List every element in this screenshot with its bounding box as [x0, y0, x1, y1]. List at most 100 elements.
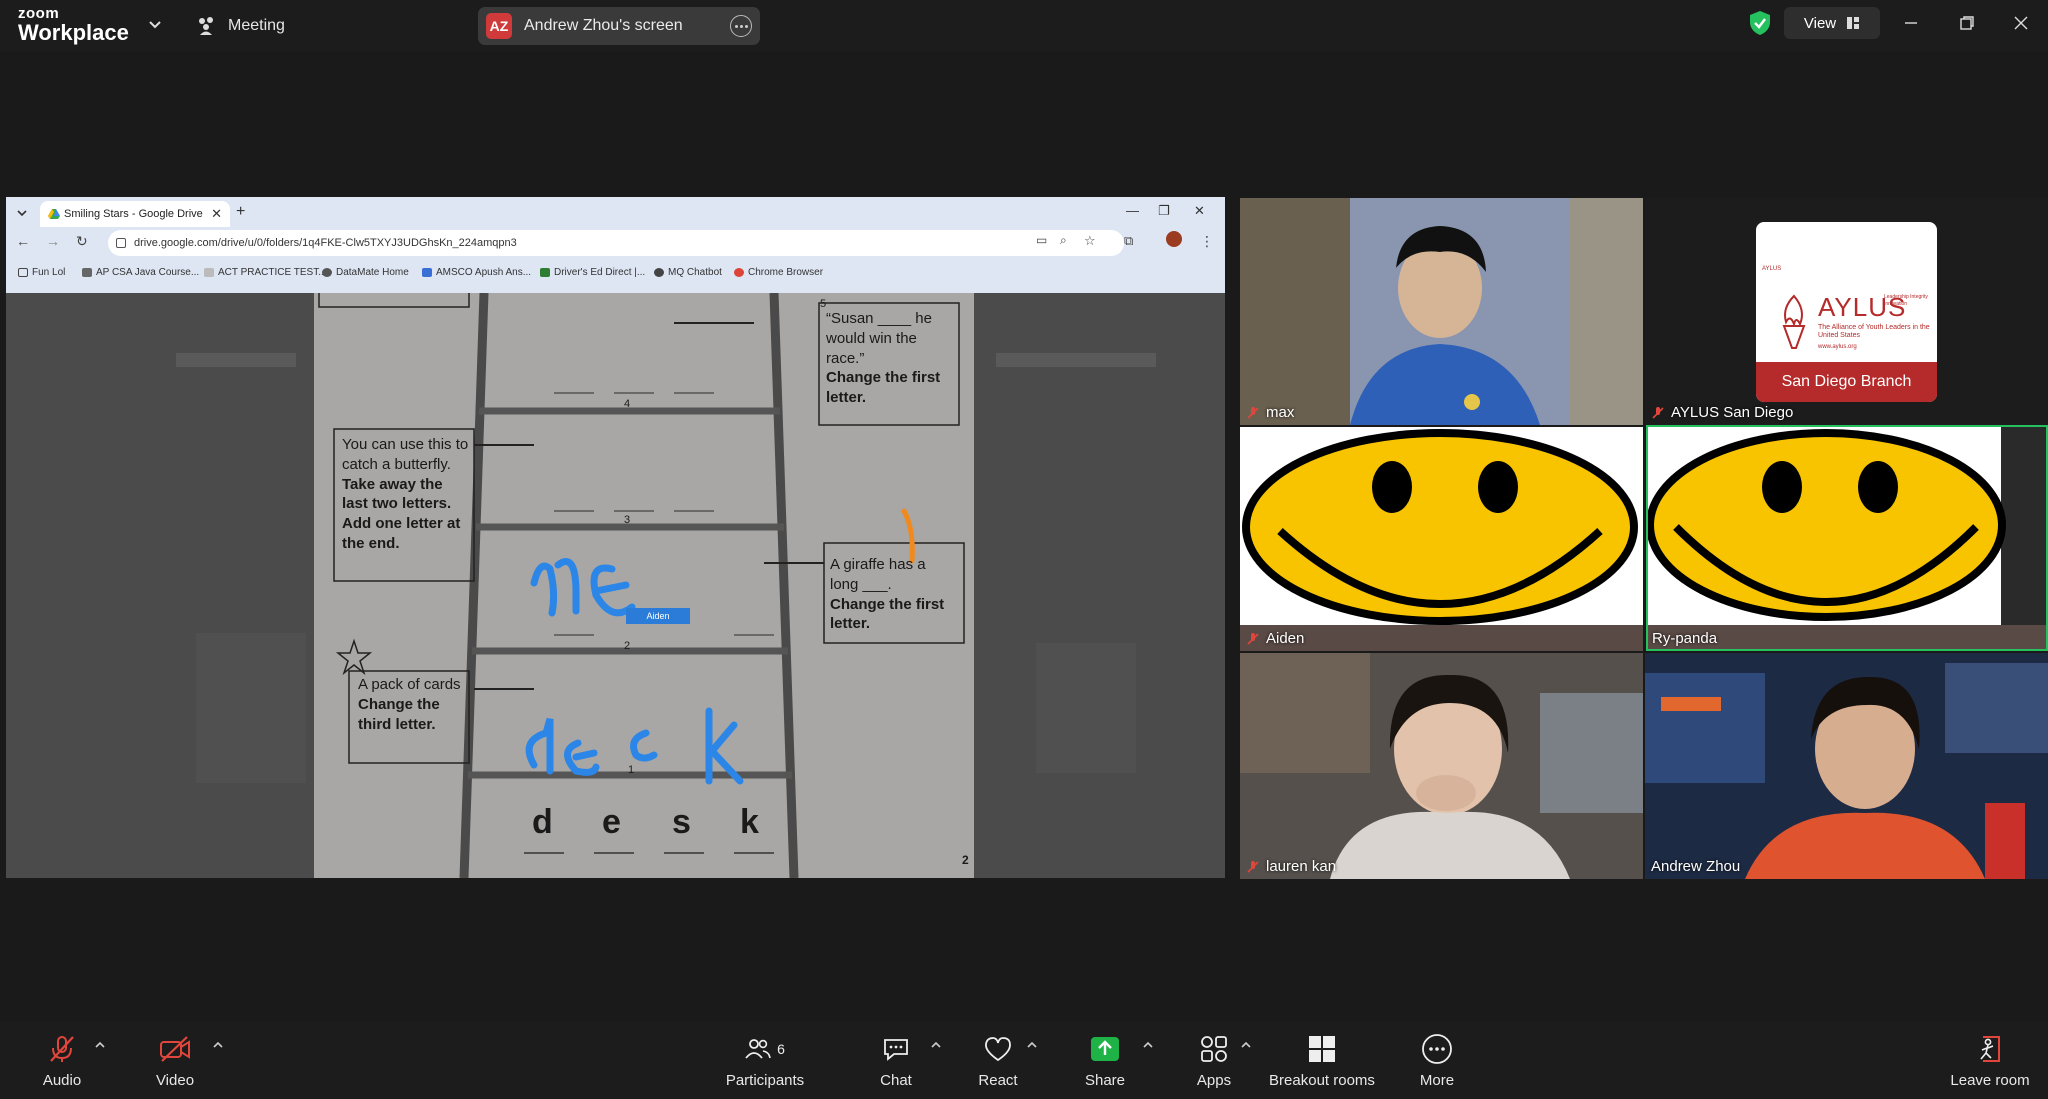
participant-label: AYLUS San Diego	[1651, 404, 1793, 421]
bookmark-item[interactable]: ACT PRACTICE TEST...	[204, 267, 327, 278]
video-tile-max[interactable]: max	[1240, 198, 1643, 425]
apps-button[interactable]: Apps	[1194, 1032, 1234, 1092]
aylus-small-text: AYLUS	[1762, 266, 1782, 272]
people-icon	[199, 17, 213, 35]
logo-workplace-text: Workplace	[18, 20, 129, 45]
browser-chrome: Smiling Stars - Google Drive ✕ + — ❐ ✕ ←…	[6, 197, 1225, 293]
chat-button[interactable]: Chat	[876, 1032, 916, 1092]
shared-screen: Smiling Stars - Google Drive ✕ + — ❐ ✕ ←…	[6, 197, 1225, 878]
url-text: drive.google.com/drive/u/0/folders/1q4FK…	[134, 237, 517, 249]
audio-button[interactable]: Audio	[38, 1032, 86, 1092]
browser-close-icon[interactable]: ✕	[1194, 203, 1205, 219]
tab-search-icon[interactable]	[14, 205, 30, 221]
smiley-face-image	[1240, 427, 1643, 651]
participant-label: Ry-panda	[1652, 630, 1718, 647]
reload-icon[interactable]: ↻	[76, 233, 88, 250]
annotator-tag: Aiden	[626, 608, 690, 624]
new-tab-icon[interactable]: +	[236, 203, 245, 221]
leave-room-button[interactable]: Leave room	[1950, 1032, 2030, 1092]
meeting-menu[interactable]: Meeting	[196, 14, 285, 38]
chat-options-caret[interactable]	[930, 1040, 942, 1050]
aylus-site: www.aylus.org	[1818, 344, 1857, 350]
rung-number: 4	[624, 398, 631, 410]
meeting-toolbar: Audio Video 6 Participants Chat React Sh…	[0, 1022, 2048, 1099]
minimize-icon[interactable]	[1896, 10, 1926, 36]
site-info-icon[interactable]	[116, 238, 126, 248]
restore-icon[interactable]	[1952, 10, 1982, 36]
muted-mic-icon	[50, 1036, 74, 1062]
camera-feed	[1240, 653, 1643, 879]
muted-mic-icon	[1652, 406, 1664, 419]
video-options-caret[interactable]	[212, 1040, 224, 1050]
apps-options-caret[interactable]	[1240, 1040, 1252, 1050]
react-button[interactable]: React	[976, 1032, 1020, 1092]
chat-icon	[884, 1039, 908, 1061]
more-options-icon[interactable]	[730, 15, 752, 37]
bookmark-star-icon[interactable]: ☆	[1084, 233, 1096, 249]
participant-label: lauren kan	[1246, 858, 1336, 875]
video-button[interactable]: Video	[150, 1032, 200, 1092]
bookmark-item[interactable]: Fun Lol	[18, 267, 65, 278]
share-options-caret[interactable]	[1142, 1040, 1154, 1050]
clue-giraffe: A giraffe has a long ___. Change the fir…	[830, 556, 945, 633]
video-tile-lauren-kan[interactable]: lauren kan	[1240, 653, 1643, 879]
participant-label: Aiden	[1246, 630, 1304, 647]
bookmark-item[interactable]: AMSCO Apush Ans...	[422, 267, 531, 278]
forward-icon[interactable]: →	[46, 233, 60, 249]
breakout-rooms-icon	[1309, 1036, 1335, 1062]
sharer-label: Andrew Zhou's screen	[524, 17, 683, 34]
camera-feed	[1240, 198, 1643, 425]
extensions-icon[interactable]: ⧉	[1124, 233, 1133, 249]
video-tile-aiden[interactable]: Aiden	[1240, 427, 1643, 651]
zoom-workplace-logo: zoom Workplace	[18, 6, 129, 44]
bookmark-item[interactable]: AP CSA Java Course...	[82, 267, 199, 278]
address-bar[interactable]: drive.google.com/drive/u/0/folders/1q4FK…	[108, 230, 1124, 256]
bookmark-item[interactable]: Driver's Ed Direct |...	[540, 267, 645, 278]
rung-number: 1	[628, 764, 635, 776]
react-options-caret[interactable]	[1026, 1040, 1038, 1050]
browser-menu-icon[interactable]: ⋮	[1200, 233, 1214, 250]
aylus-tagline: The Alliance of Youth Leaders in the Uni…	[1818, 324, 1930, 340]
video-tile-ry-panda[interactable]: Ry-panda	[1646, 427, 2048, 651]
view-button[interactable]: View	[1784, 7, 1880, 39]
clue-cards: A pack of cards Change the third letter.	[358, 676, 461, 733]
participant-label: max	[1246, 404, 1294, 421]
logo-zoom-text: zoom	[18, 5, 60, 22]
more-icon	[1422, 1034, 1452, 1064]
sharer-avatar: AZ	[486, 13, 512, 39]
muted-mic-icon	[1247, 632, 1259, 645]
close-icon[interactable]	[2006, 10, 2036, 36]
browser-tab[interactable]: Smiling Stars - Google Drive ✕	[40, 201, 230, 227]
share-button[interactable]: Share	[1084, 1032, 1126, 1092]
zoom-icon[interactable]: ⌕	[1060, 233, 1067, 248]
bookmark-item[interactable]: MQ Chatbot	[654, 267, 722, 278]
camera-feed	[1645, 653, 2048, 879]
participants-button[interactable]: 6 Participants	[722, 1032, 808, 1092]
rung-number: 3	[624, 514, 631, 526]
tab-title: Smiling Stars - Google Drive	[64, 208, 203, 220]
profile-avatar[interactable]	[1166, 231, 1182, 247]
cast-icon[interactable]: ▭	[1036, 233, 1047, 247]
participants-icon	[745, 1039, 771, 1059]
chevron-down-icon[interactable]	[146, 16, 164, 34]
browser-restore-icon[interactable]: ❐	[1158, 203, 1170, 219]
more-button[interactable]: More	[1416, 1032, 1458, 1092]
encryption-shield-icon[interactable]	[1748, 10, 1772, 36]
video-tile-aylus[interactable]: AYLUS AYLUS Leadership Integrity Innovat…	[1645, 198, 2048, 425]
apps-icon	[1201, 1036, 1227, 1062]
heart-icon	[985, 1037, 1011, 1062]
screen-share-indicator[interactable]: AZ Andrew Zhou's screen	[478, 7, 760, 45]
start-letter: e	[602, 803, 621, 841]
aylus-values: Leadership Integrity Innovation	[1884, 294, 1928, 307]
share-screen-icon	[1091, 1037, 1119, 1061]
clue-susan: “Susan ____ he would win the race.” Chan…	[826, 310, 941, 407]
browser-minimize-icon[interactable]: —	[1126, 203, 1139, 218]
tab-close-icon[interactable]: ✕	[211, 206, 222, 222]
audio-options-caret[interactable]	[94, 1040, 106, 1050]
video-tile-andrew-zhou[interactable]: Andrew Zhou	[1645, 653, 2048, 879]
bookmark-item[interactable]: DataMate Home	[322, 267, 409, 278]
meeting-label: Meeting	[228, 17, 285, 34]
back-icon[interactable]: ←	[16, 233, 30, 249]
bookmark-item[interactable]: Chrome Browser	[734, 267, 823, 278]
breakout-rooms-button[interactable]: Breakout rooms	[1268, 1032, 1376, 1092]
